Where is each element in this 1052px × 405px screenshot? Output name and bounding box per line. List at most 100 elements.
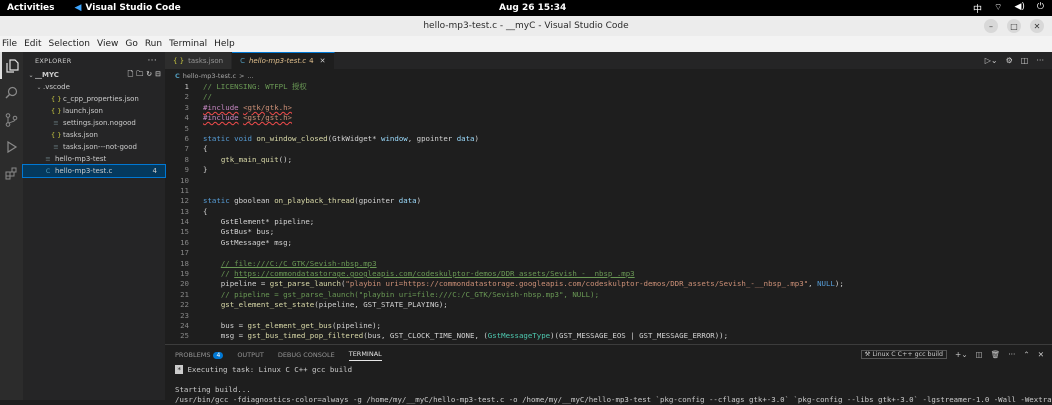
tree-item[interactable]: { } tasks.json (23, 129, 165, 141)
breadcrumb-file[interactable]: hello-mp3-test.c (183, 72, 236, 80)
code-line[interactable]: 16 GstMessage* msg; (165, 238, 1052, 248)
new-file-icon[interactable]: 🗋 (128, 70, 134, 81)
tree-item[interactable]: ⌄ .vscode (23, 81, 165, 93)
refresh-icon[interactable]: ↻ (146, 70, 152, 81)
code-line[interactable]: 8 gtk_main_quit(); (165, 155, 1052, 165)
code-text: gst_element_set_state(pipeline, GST_STAT… (189, 300, 448, 310)
power-icon[interactable]: ⏻ (1037, 2, 1044, 15)
code-line[interactable]: 9} (165, 165, 1052, 175)
breadcrumb[interactable]: C hello-mp3-test.c > ... (165, 69, 1052, 82)
explorer-icon[interactable] (0, 52, 23, 79)
code-text: } (189, 165, 207, 175)
volume-icon[interactable]: ◀) (1014, 2, 1024, 15)
maximize-panel-icon[interactable]: ⌃ (1023, 350, 1029, 359)
input-method-indicator[interactable]: 中 (973, 2, 982, 15)
menu-terminal[interactable]: Terminal (169, 39, 207, 49)
collapse-all-icon[interactable]: ⊟ (155, 70, 161, 81)
explorer-header: EXPLORER ··· (23, 52, 165, 69)
new-terminal-icon[interactable]: +⌄ (955, 350, 968, 359)
code-line[interactable]: 19 // https://commondatastorage.googleap… (165, 269, 1052, 279)
more-actions-icon[interactable]: ··· (1036, 56, 1044, 65)
split-editor-icon[interactable]: ◫ (1021, 56, 1029, 65)
more-actions-icon[interactable]: ··· (1008, 350, 1015, 359)
tree-item[interactable]: { } launch.json (23, 105, 165, 117)
code-line[interactable]: 11 (165, 186, 1052, 196)
wifi-icon[interactable]: ⌔ (994, 2, 1002, 15)
line-number: 18 (180, 258, 189, 268)
code-line[interactable]: 5 (165, 124, 1052, 134)
code-token: { (203, 206, 208, 216)
folder-root[interactable]: ⌄ __MYC 🗋 🗀 ↻ ⊟ (23, 69, 165, 81)
code-line[interactable]: 2 // (165, 92, 1052, 102)
code-line[interactable]: 14 GstElement* pipeline; (165, 217, 1052, 227)
menu-selection[interactable]: Selection (49, 39, 90, 49)
code-line[interactable]: 3 #include <gtk/gtk.h> (165, 103, 1052, 113)
code-line[interactable]: 6 static void on_window_closed(GtkWidget*… (165, 134, 1052, 144)
tree-item[interactable]: ≡ hello-mp3-test (23, 153, 165, 165)
tree-item[interactable]: ≡ tasks.json---not-good (23, 141, 165, 153)
code-line[interactable]: 20 pipeline = gst_parse_launch("playbin … (165, 279, 1052, 289)
run-code-icon[interactable]: ▷⌄ (985, 56, 998, 65)
new-folder-icon[interactable]: 🗀 (136, 70, 143, 81)
tab-debug-console[interactable]: DEBUG CONSOLE (278, 351, 335, 359)
menu-view[interactable]: View (97, 39, 118, 49)
code-line[interactable]: 10 (165, 176, 1052, 186)
code-text: // pipeline = gst_parse_launch("playbin … (189, 290, 599, 300)
code-line[interactable]: 23 (165, 311, 1052, 321)
code-token: "playbin uri=https://commondatastorage.g… (345, 279, 809, 289)
menu-go[interactable]: Go (125, 39, 137, 49)
menu-edit[interactable]: Edit (24, 39, 41, 49)
clock[interactable]: Aug 26 15:34 (499, 3, 566, 13)
code-line[interactable]: 13 { (165, 207, 1052, 217)
code-token: gboolean (229, 196, 275, 206)
tree-item[interactable]: ≡ settings.json.nogood (23, 117, 165, 129)
menu-help[interactable]: Help (214, 39, 235, 49)
code-text: GstBus* bus; (189, 227, 274, 237)
tab-output[interactable]: OUTPUT (237, 351, 264, 359)
close-tab-icon[interactable]: ✕ (320, 57, 326, 65)
settings-gear-icon[interactable]: ⚙ (1006, 56, 1013, 65)
maximize-icon[interactable]: □ (1007, 19, 1021, 33)
code-line[interactable]: 7{ (165, 144, 1052, 154)
code-editor[interactable]: 1// LICENSING: WTFPL 授权 2//3 #include <gtk… (165, 82, 1052, 344)
code-line[interactable]: 15 GstBus* bus; (165, 227, 1052, 237)
tab-tasks-json[interactable]: { } tasks.json (165, 52, 233, 69)
code-line[interactable]: 18 // file:///C:/C_GTK/Sevish-nbsp.mp3 (165, 259, 1052, 269)
code-line[interactable]: 1 // LICENSING: WTFPL 授权 (165, 82, 1052, 92)
terminal-task-selector[interactable]: ⚒ Linux C C++ gcc build (860, 350, 948, 359)
code-line[interactable]: 12 static gboolean on_playback_thread(gpo… (165, 196, 1052, 206)
code-line[interactable]: 25 msg = gst_bus_timed_pop_filtered(bus,… (165, 331, 1052, 341)
tab-label: hello-mp3-test.c (248, 57, 307, 65)
tab-problems[interactable]: PROBLEMS 4 (175, 351, 224, 359)
code-text: GstMessage* msg; (189, 238, 292, 248)
tab-terminal[interactable]: TERMINAL (348, 350, 382, 361)
tree-item-label: settings.json.nogood (63, 119, 136, 127)
run-debug-icon[interactable] (0, 133, 23, 160)
code-line[interactable]: 4 #include <gst/gst.h> (165, 113, 1052, 123)
breadcrumb-symbol[interactable]: ... (247, 72, 253, 80)
close-panel-icon[interactable]: ✕ (1038, 350, 1044, 359)
code-line[interactable]: 24 bus = gst_element_get_bus(pipeline); (165, 321, 1052, 331)
code-token: } (203, 165, 208, 175)
app-menu[interactable]: ◀ Visual Studio Code (75, 3, 181, 13)
search-icon[interactable] (0, 79, 23, 106)
close-window-icon[interactable]: ✕ (1030, 19, 1044, 33)
terminal-output[interactable]: * Executing task: Linux C C++ gcc build S… (165, 365, 1052, 405)
minimize-icon[interactable]: – (984, 19, 998, 33)
menu-run[interactable]: Run (145, 39, 162, 49)
menu-file[interactable]: File (2, 39, 17, 49)
code-line[interactable]: 17 (165, 248, 1052, 258)
file-icon: ≡ (53, 143, 59, 151)
tree-item[interactable]: Chello-mp3-test.c 4 (22, 164, 166, 178)
kill-terminal-icon[interactable]: 🗑 (991, 350, 1001, 359)
extensions-icon[interactable] (0, 160, 23, 187)
split-terminal-icon[interactable]: ◫ (976, 350, 983, 359)
tab-hello-mp3-test-c[interactable]: C hello-mp3-test.c 4 ✕ (232, 52, 335, 69)
activities-button[interactable]: Activities (0, 3, 55, 13)
source-control-icon[interactable] (0, 106, 23, 133)
code-line[interactable]: 21 // pipeline = gst_parse_launch("playb… (165, 290, 1052, 300)
more-actions-icon[interactable]: ··· (148, 56, 157, 66)
code-line[interactable]: 22 gst_element_set_state(pipeline, GST_S… (165, 300, 1052, 310)
system-tray[interactable]: 中 ⌔ ◀) ⏻ (973, 2, 1044, 15)
tree-item[interactable]: { } c_cpp_properties.json (23, 93, 165, 105)
